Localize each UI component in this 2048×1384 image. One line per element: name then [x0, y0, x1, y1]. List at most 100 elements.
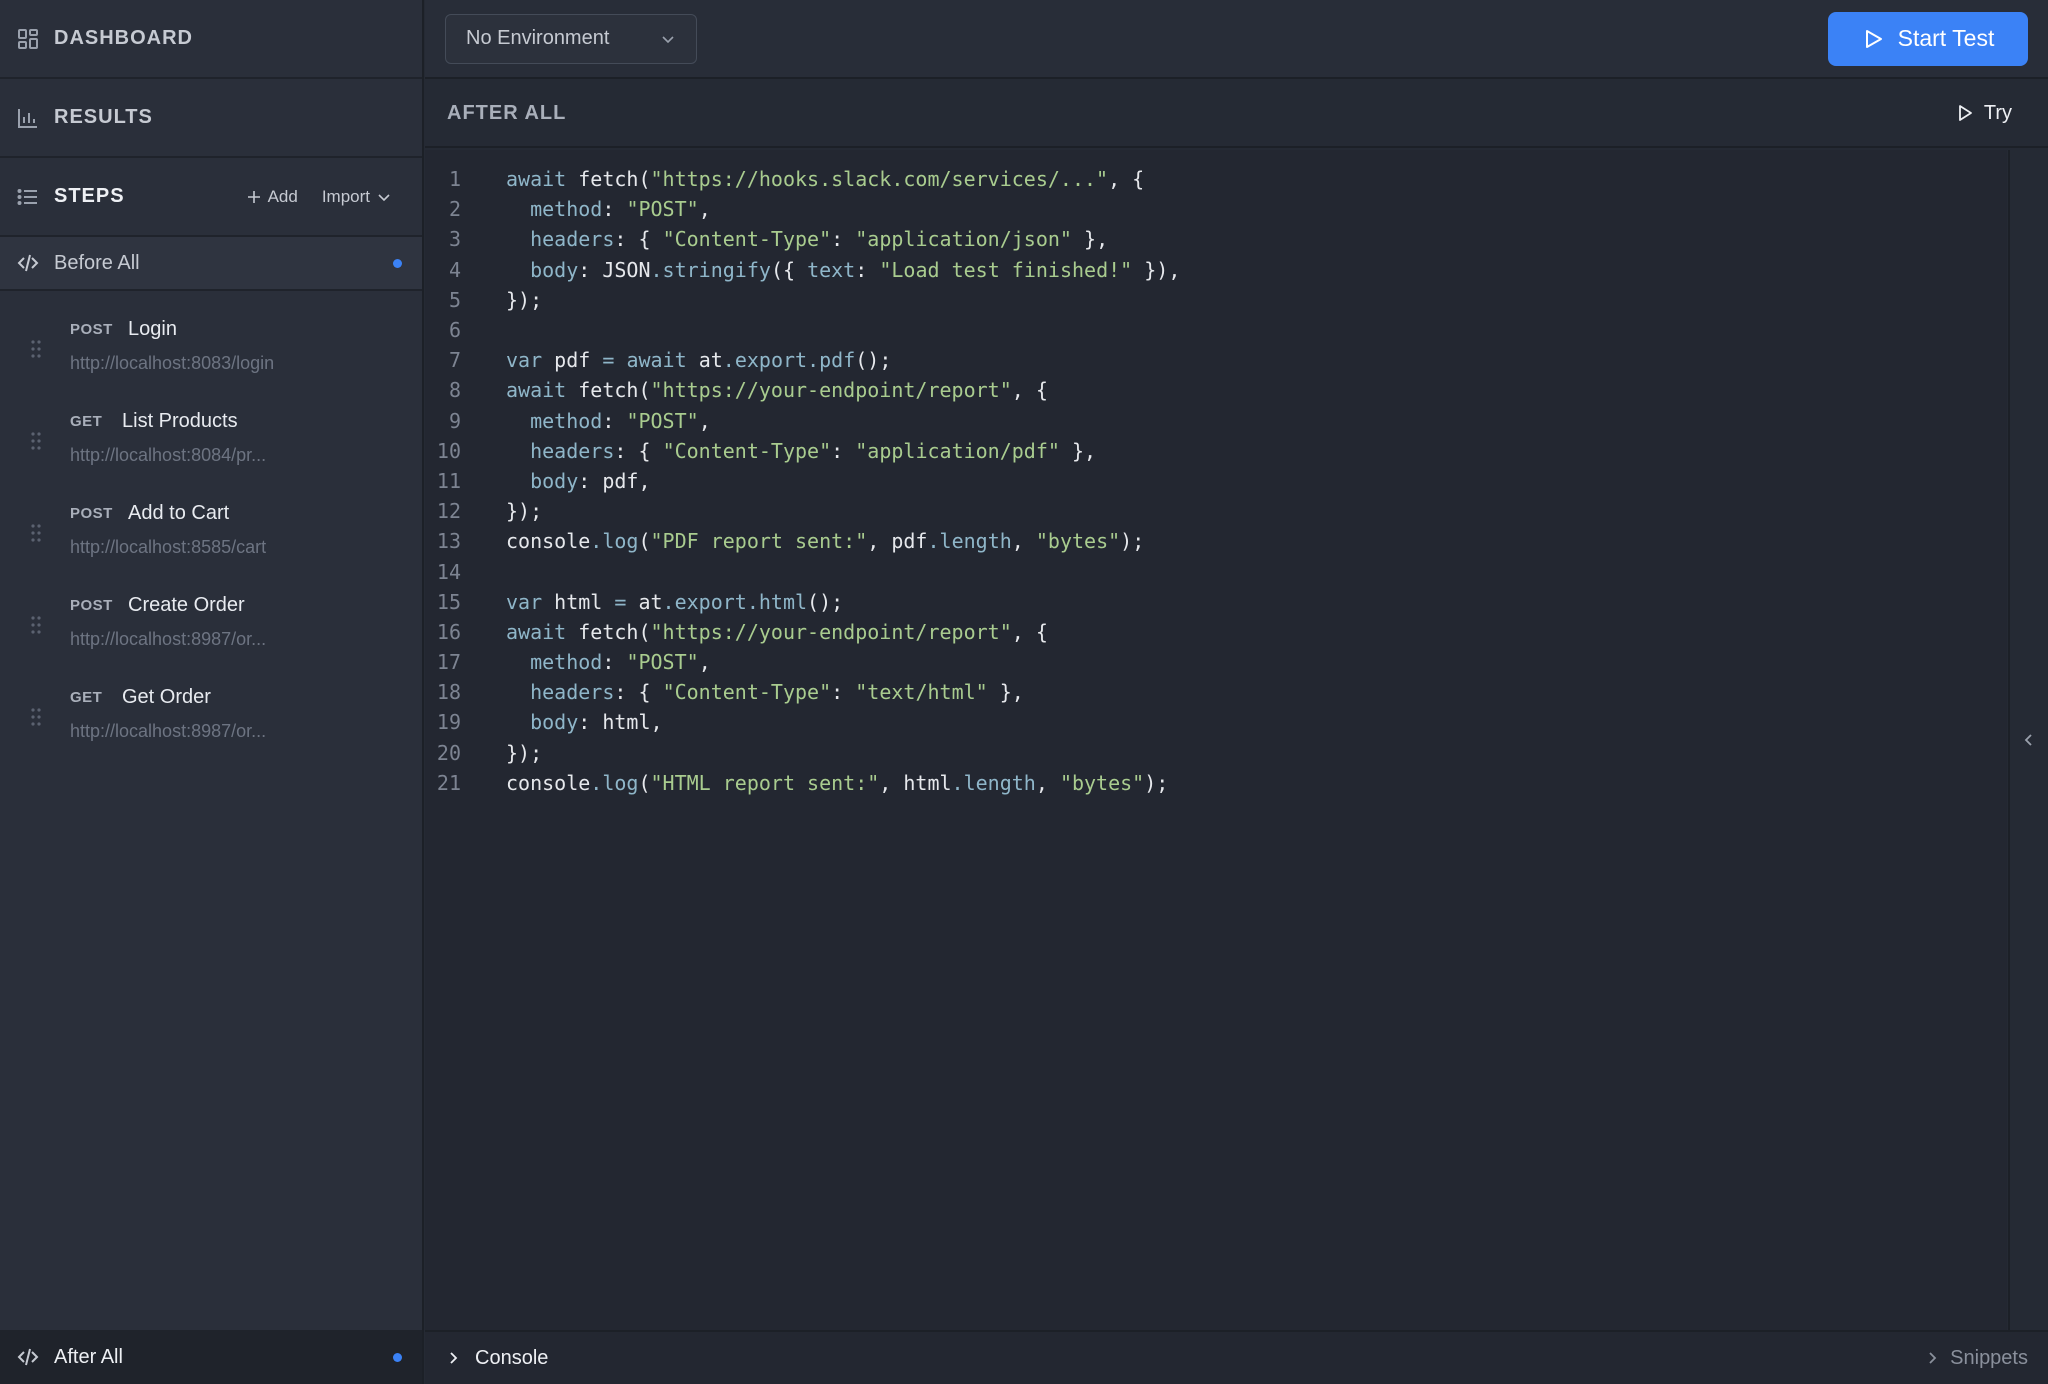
step-item[interactable]: POST Create Order http://localhost:8987/o… — [0, 577, 422, 669]
before-all-label: Before All — [54, 251, 140, 274]
step-item[interactable]: POST Add to Cart http://localhost:8585/ca… — [0, 485, 422, 577]
code-line: 3 headers: { "Content-Type": "applicatio… — [425, 224, 2007, 254]
line-number: 5 — [448, 287, 461, 312]
drag-handle-icon[interactable] — [30, 339, 44, 364]
step-name: Add to Cart — [128, 501, 230, 524]
console-label: Console — [475, 1346, 549, 1369]
drag-handle-icon[interactable] — [30, 431, 44, 456]
step-method: GET — [70, 688, 103, 706]
step-method: GET — [70, 412, 103, 430]
play-icon — [1958, 105, 1972, 121]
list-icon — [16, 185, 40, 209]
chevron-right-icon — [450, 1352, 458, 1364]
step-url: http://localhost:8987/or... — [70, 721, 267, 741]
code-line: 6 — [425, 315, 2007, 345]
status-dot — [393, 1352, 402, 1362]
code-line: 15 var html = at.export.html(); — [425, 587, 2007, 617]
step-url: http://localhost:8083/login — [70, 353, 275, 373]
line-number: 6 — [448, 318, 461, 343]
code-line: 13 console.log("PDF report sent:", pdf.le… — [425, 526, 2007, 556]
code-line: 21 console.log("HTML report sent:", html.… — [425, 768, 2007, 798]
step-name: Get Order — [122, 685, 211, 708]
code-line: 18 headers: { "Content-Type": "text/html… — [425, 677, 2007, 707]
snippets-toggle[interactable]: Snippets — [1924, 1347, 2028, 1370]
drag-handle-icon[interactable] — [30, 707, 44, 732]
drag-handle-icon[interactable] — [30, 615, 44, 640]
code-line: 4 body: JSON.stringify({ text: "Load tes… — [425, 255, 2007, 285]
section-title: AFTER ALL — [447, 101, 567, 124]
console-toggle[interactable]: Console — [445, 1347, 548, 1370]
line-number: 20 — [436, 740, 461, 765]
line-number: 21 — [436, 770, 461, 795]
line-number: 19 — [436, 710, 461, 735]
try-button[interactable]: Try — [1956, 102, 2026, 125]
step-name: List Products — [122, 409, 238, 432]
code-line: 1 await fetch("https://hooks.slack.com/se… — [425, 164, 2007, 194]
sidebar: DASHBOARD RESULTS STEPS Add Import Befor… — [0, 0, 424, 1384]
step-list: POST Login http://localhost:8083/login GE… — [0, 291, 422, 761]
code-line: 11 body: pdf, — [425, 466, 2007, 496]
step-method: POST — [70, 596, 113, 614]
nav-steps-label: STEPS — [54, 185, 125, 207]
code-line: 8 await fetch("https://your-endpoint/repo… — [425, 375, 2007, 405]
line-number: 4 — [448, 257, 461, 282]
step-url: http://localhost:8987/or... — [70, 629, 267, 649]
line-number: 10 — [436, 438, 461, 463]
code-line: 19 body: html, — [425, 707, 2007, 737]
add-step-button[interactable]: Add — [246, 187, 298, 207]
step-item[interactable]: POST Login http://localhost:8083/login — [0, 301, 422, 393]
chevron-down-icon — [662, 35, 674, 43]
step-name: Login — [128, 317, 177, 340]
after-all-item[interactable]: After All — [0, 1330, 422, 1384]
section-header: AFTER ALL Try — [425, 80, 2048, 148]
code-editor[interactable]: 1 await fetch("https://hooks.slack.com/se… — [425, 150, 2007, 1330]
start-test-label: Start Test — [1897, 25, 1995, 51]
line-number: 16 — [436, 619, 461, 644]
code-line: 20}); — [425, 738, 2007, 768]
environment-select[interactable]: No Environment — [445, 13, 697, 64]
drag-handle-icon[interactable] — [30, 523, 44, 548]
step-item[interactable]: GET List Products http://localhost:8084/p… — [0, 393, 422, 485]
step-url: http://localhost:8084/pr... — [70, 445, 267, 465]
line-number: 3 — [448, 227, 461, 252]
step-method: POST — [70, 320, 113, 338]
environment-value: No Environment — [466, 27, 610, 49]
nav-dashboard[interactable]: DASHBOARD — [0, 0, 422, 79]
nav-results[interactable]: RESULTS — [0, 79, 422, 158]
code-icon — [16, 1345, 40, 1369]
line-number: 14 — [436, 559, 461, 584]
side-panel-toggle[interactable] — [2008, 150, 2048, 1330]
line-number: 11 — [436, 468, 461, 493]
import-dropdown[interactable]: Import — [322, 187, 392, 207]
chevron-down-icon — [378, 193, 390, 201]
code-line: 7 var pdf = await at.export.pdf(); — [425, 345, 2007, 375]
line-number: 9 — [448, 408, 461, 433]
nav-steps[interactable]: STEPS Add Import — [0, 158, 422, 237]
line-number: 18 — [436, 680, 461, 705]
start-test-button[interactable]: Start Test — [1828, 11, 2028, 66]
step-name: Create Order — [128, 593, 245, 616]
code-line: 17 method: "POST", — [425, 647, 2007, 677]
code-line: 2 method: "POST", — [425, 194, 2007, 224]
bottom-bar: Console Snippets — [425, 1330, 2048, 1384]
step-url: http://localhost:8585/cart — [70, 537, 267, 557]
line-number: 12 — [436, 499, 461, 524]
line-number: 8 — [448, 378, 461, 403]
code-line: 14 — [425, 556, 2007, 586]
line-number: 2 — [448, 197, 461, 222]
top-bar: No Environment Start Test — [425, 0, 2048, 79]
plus-icon — [247, 190, 260, 203]
before-all-item[interactable]: Before All — [0, 237, 422, 291]
line-number: 15 — [436, 589, 461, 614]
code-line: 16 await fetch("https://your-endpoint/rep… — [425, 617, 2007, 647]
code-line: 5}); — [425, 285, 2007, 315]
snippets-label: Snippets — [1950, 1346, 2028, 1369]
line-number: 13 — [436, 529, 461, 554]
code-line: 12}); — [425, 496, 2007, 526]
nav-dashboard-label: DASHBOARD — [54, 27, 193, 49]
after-all-label: After All — [54, 1345, 123, 1368]
try-label: Try — [1983, 101, 2012, 124]
step-method: POST — [70, 504, 113, 522]
code-line: 9 method: "POST", — [425, 406, 2007, 436]
step-item[interactable]: GET Get Order http://localhost:8987/or... — [0, 669, 422, 761]
